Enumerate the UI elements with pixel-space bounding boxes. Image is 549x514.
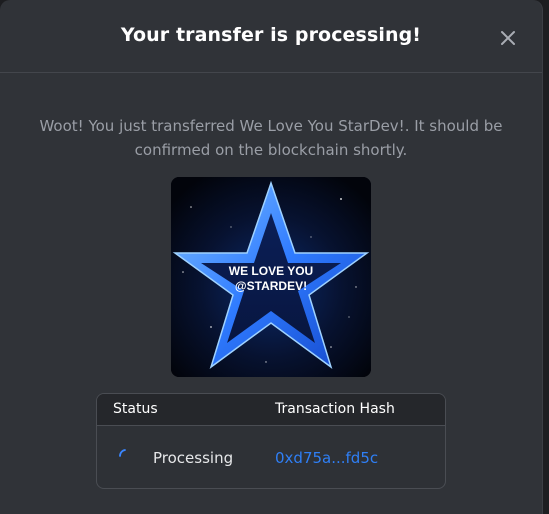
nft-caption-line1: WE LOVE YOU xyxy=(229,264,313,278)
transfer-message: Woot! You just transferred We Love You S… xyxy=(39,117,503,159)
close-icon xyxy=(501,31,515,45)
transaction-hash-link[interactable]: 0xd75a...fd5c xyxy=(275,449,378,467)
table-header: Status Transaction Hash xyxy=(97,394,445,426)
transaction-table: Status Transaction Hash Processing 0xd75… xyxy=(96,393,446,489)
status-text: Processing xyxy=(153,449,234,467)
table-row: Processing 0xd75a...fd5c xyxy=(97,426,445,488)
nft-caption-line2: @STARDEV! xyxy=(235,279,307,293)
close-button[interactable] xyxy=(497,27,519,49)
status-column-header: Status xyxy=(113,401,158,417)
modal-header: Your transfer is processing! xyxy=(0,0,542,73)
nft-image: WE LOVE YOU @STARDEV! xyxy=(171,177,371,377)
backdrop-edge xyxy=(543,0,549,514)
transfer-modal: Your transfer is processing! Woot! You j… xyxy=(0,0,543,514)
spinner-icon xyxy=(119,449,126,457)
hash-column-header: Transaction Hash xyxy=(275,401,395,417)
modal-title: Your transfer is processing! xyxy=(120,24,422,46)
